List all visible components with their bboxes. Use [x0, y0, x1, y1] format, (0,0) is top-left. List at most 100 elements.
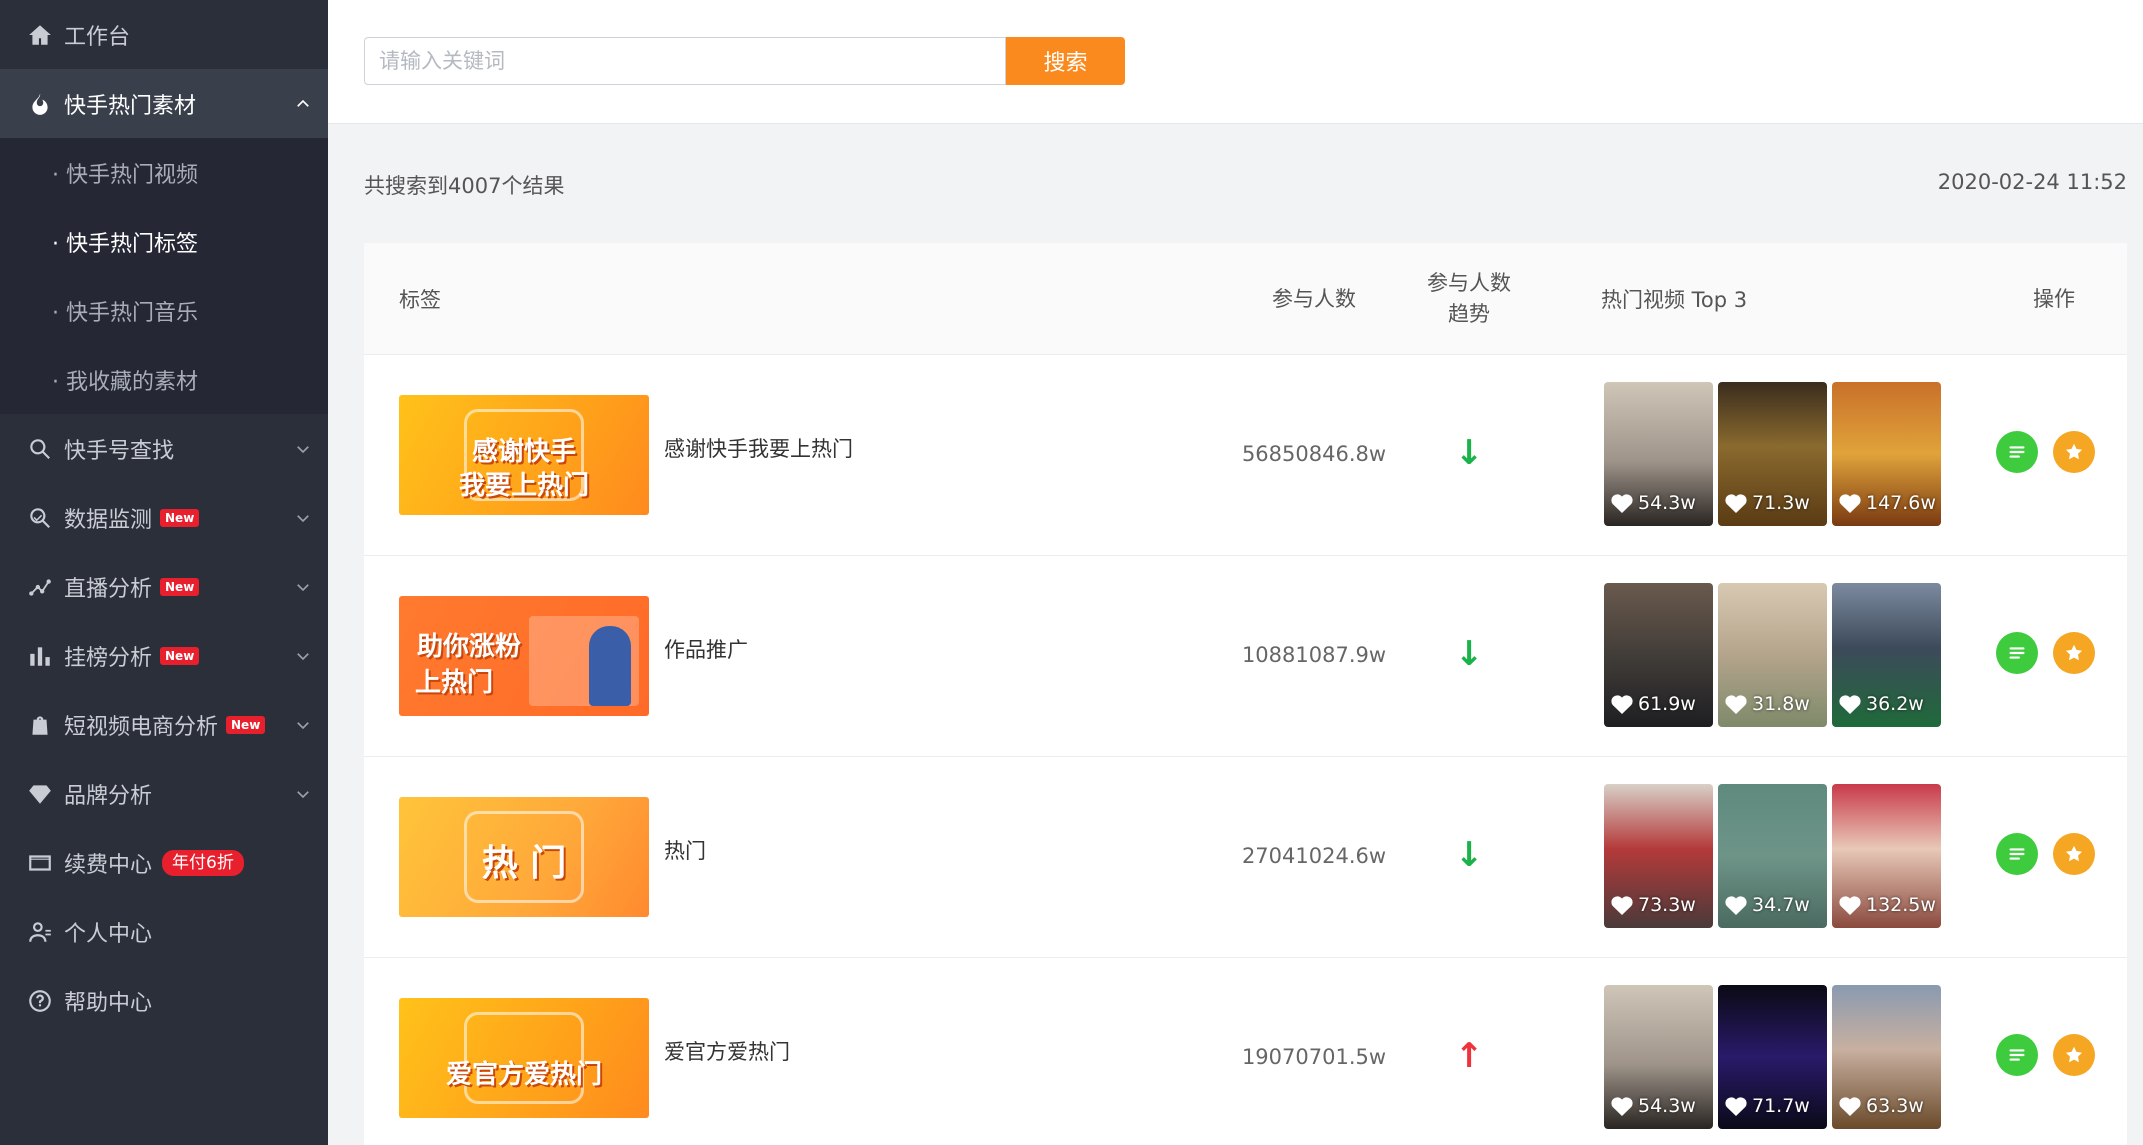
- video-thumbnail[interactable]: 73.3w: [1604, 784, 1713, 928]
- sidebar-item-label: 续费中心: [64, 852, 153, 878]
- table-row: 助你涨粉 上热门 作品推广 10881087.9w ↓ 61.9w 31.8w …: [364, 556, 2127, 757]
- favorite-button[interactable]: [2053, 632, 2095, 674]
- tag-thumbnail[interactable]: 爱官方爱热门: [399, 998, 649, 1118]
- list-icon: [2009, 1049, 2025, 1061]
- video-thumbnail[interactable]: 54.3w: [1604, 985, 1713, 1129]
- diamond-icon: [26, 780, 54, 808]
- chevron-down-icon: [294, 690, 312, 759]
- header-actions: 操作: [2033, 286, 2075, 311]
- sidebar-subitem-hot-music[interactable]: · 快手热门音乐: [0, 276, 328, 345]
- table-row: 感谢快手 我要上热门 感谢快手我要上热门 56850846.8w ↓ 54.3w…: [364, 355, 2127, 556]
- video-thumbnail[interactable]: 147.6w: [1832, 382, 1941, 526]
- header-tag: 标签: [399, 288, 441, 312]
- new-badge: New: [160, 646, 200, 665]
- likes-count: 132.5w: [1838, 894, 1936, 916]
- favorite-button[interactable]: [2053, 431, 2095, 473]
- tag-name[interactable]: 感谢快手我要上热门: [664, 433, 853, 463]
- detail-button[interactable]: [1996, 431, 2038, 473]
- sidebar-item-kuaishou-materials[interactable]: 快手热门素材: [0, 69, 328, 138]
- detail-button[interactable]: [1996, 632, 2038, 674]
- favorite-button[interactable]: [2053, 833, 2095, 875]
- sidebar-item-live-analysis[interactable]: 直播分析 New: [0, 552, 328, 621]
- sidebar-subitem-favorites[interactable]: · 我收藏的素材: [0, 345, 328, 414]
- participant-count: 27041024.6w: [1241, 844, 1387, 868]
- tag-name[interactable]: 热门: [664, 835, 706, 865]
- sidebar-item-help-center[interactable]: 帮助中心: [0, 966, 328, 1035]
- trend-down-icon: ↓: [1454, 433, 1484, 473]
- home-icon: [26, 21, 54, 49]
- favorite-button[interactable]: [2053, 1034, 2095, 1076]
- heart-icon: [1611, 1097, 1633, 1116]
- help-icon: [26, 987, 54, 1015]
- video-thumbnail[interactable]: 71.3w: [1718, 382, 1827, 526]
- detail-button[interactable]: [1996, 833, 2038, 875]
- top-videos: 73.3w 34.7w 132.5w: [1604, 784, 1946, 928]
- video-thumbnail[interactable]: 31.8w: [1718, 583, 1827, 727]
- new-badge: New: [160, 577, 200, 596]
- table-row: 热 门 热门 27041024.6w ↓ 73.3w 34.7w 132.5w: [364, 757, 2127, 958]
- likes-count: 61.9w: [1610, 693, 1696, 715]
- tag-thumbnail[interactable]: 热 门: [399, 797, 649, 917]
- sidebar-item-account-search[interactable]: 快手号查找: [0, 414, 328, 483]
- star-icon: [2065, 644, 2083, 661]
- heart-icon: [1611, 896, 1633, 915]
- sidebar-item-ranking-analysis[interactable]: 挂榜分析 New: [0, 621, 328, 690]
- sidebar-subitem-hot-tags[interactable]: · 快手热门标签: [0, 207, 328, 276]
- promo-badge: 年付6折: [162, 849, 244, 876]
- heart-icon: [1839, 695, 1861, 714]
- chevron-down-icon: [294, 759, 312, 828]
- sidebar-item-workbench[interactable]: 工作台: [0, 0, 328, 69]
- header-trend: 参与人数 趋势: [1404, 243, 1534, 355]
- tag-thumbnail[interactable]: 感谢快手 我要上热门: [399, 395, 649, 515]
- sidebar-item-personal-center[interactable]: 个人中心: [0, 897, 328, 966]
- live-chart-icon: [26, 573, 54, 601]
- search-input[interactable]: [364, 37, 1006, 85]
- likes-count: 36.2w: [1838, 693, 1924, 715]
- video-thumbnail[interactable]: 63.3w: [1832, 985, 1941, 1129]
- top-videos: 54.3w 71.3w 147.6w: [1604, 382, 1946, 526]
- tag-thumbnail-text: 爱官方爱热门: [445, 1060, 602, 1090]
- trend-down-icon: ↓: [1454, 835, 1484, 875]
- tag-name[interactable]: 作品推广: [664, 634, 748, 664]
- row-actions: [1996, 1034, 2110, 1076]
- heart-icon: [1725, 695, 1747, 714]
- chevron-down-icon: [294, 483, 312, 552]
- tag-thumbnail[interactable]: 助你涨粉 上热门: [399, 596, 649, 716]
- tag-thumbnail-text: 上热门: [414, 668, 493, 698]
- sidebar-item-label: 品牌分析: [64, 783, 153, 809]
- sidebar-subitem-hot-videos[interactable]: · 快手热门视频: [0, 138, 328, 207]
- video-thumbnail[interactable]: 54.3w: [1604, 382, 1713, 526]
- sidebar-item-ecommerce-analysis[interactable]: 短视频电商分析 New: [0, 690, 328, 759]
- star-icon: [2065, 443, 2083, 460]
- video-thumbnail[interactable]: 34.7w: [1718, 784, 1827, 928]
- participant-count: 56850846.8w: [1241, 442, 1387, 466]
- sidebar-item-label: 快手热门素材: [64, 93, 197, 119]
- trend-up-icon: ↑: [1454, 1036, 1484, 1076]
- row-actions: [1996, 431, 2110, 473]
- search-button[interactable]: 搜索: [1006, 37, 1125, 85]
- video-thumbnail[interactable]: 61.9w: [1604, 583, 1713, 727]
- card-icon: [26, 849, 54, 877]
- fire-icon: [26, 90, 54, 118]
- tag-name[interactable]: 爱官方爱热门: [664, 1036, 790, 1066]
- table-header: 标签 参与人数 参与人数 趋势 热门视频 Top 3 操作: [364, 243, 2127, 355]
- tag-thumbnail-text: 我要上热门: [458, 471, 589, 501]
- search-panel: 搜索: [328, 0, 2143, 124]
- heart-icon: [1839, 896, 1861, 915]
- video-thumbnail[interactable]: 132.5w: [1832, 784, 1941, 928]
- video-thumbnail[interactable]: 71.7w: [1718, 985, 1827, 1129]
- video-thumbnail[interactable]: 36.2w: [1832, 583, 1941, 727]
- sidebar-item-renewal-center[interactable]: 续费中心 年付6折: [0, 828, 328, 897]
- user-icon: [26, 918, 54, 946]
- header-participants: 参与人数: [1272, 286, 1356, 311]
- hot-tags-table: 标签 参与人数 参与人数 趋势 热门视频 Top 3 操作 感谢快手 我要上热门…: [364, 243, 2127, 1145]
- detail-button[interactable]: [1996, 1034, 2038, 1076]
- sidebar-item-label: 工作台: [64, 24, 131, 50]
- likes-count: 73.3w: [1610, 894, 1696, 916]
- chevron-down-icon: [294, 552, 312, 621]
- likes-count: 71.3w: [1724, 492, 1810, 514]
- sidebar-item-data-monitor[interactable]: 数据监测 New: [0, 483, 328, 552]
- header-trend-line1: 参与人数: [1427, 271, 1511, 295]
- sidebar-item-brand-analysis[interactable]: 品牌分析: [0, 759, 328, 828]
- likes-count: 31.8w: [1724, 693, 1810, 715]
